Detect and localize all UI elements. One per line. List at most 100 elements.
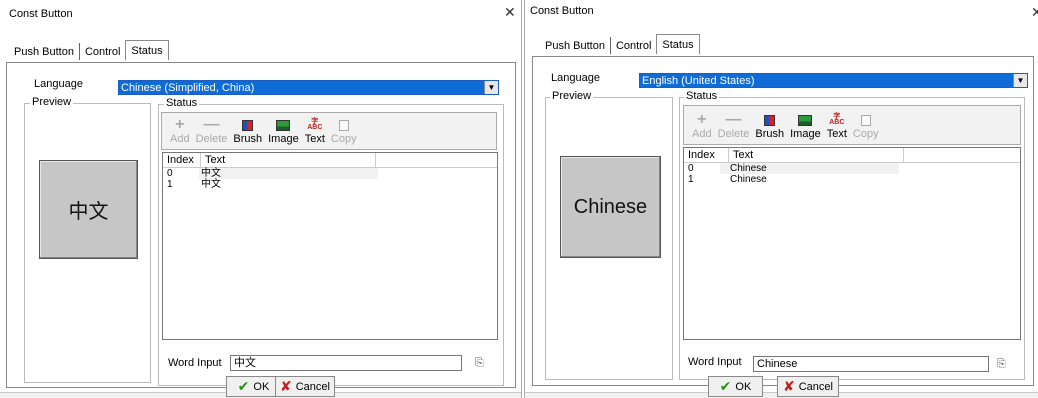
tab-status[interactable]: Status [656,34,700,54]
language-label: Language [34,78,83,90]
status-list[interactable]: Index Text 0 Chinese 1 Chinese [683,147,1021,340]
preview-button: Chinese [560,156,661,258]
ok-button[interactable]: ✔ OK [708,376,763,397]
brush-label: Brush [233,133,263,145]
list-row[interactable]: 0 Chinese [684,163,1020,174]
close-button[interactable]: ✕ [1031,4,1038,21]
tab-push-button[interactable]: Push Button [9,43,80,60]
tab-control[interactable]: Control [611,37,656,54]
image-label: Image [790,128,821,140]
checkmark-icon: ✔ [719,378,732,394]
language-label: Language [551,72,600,84]
row-text: Chinese [730,174,767,185]
tab-status[interactable]: Status [125,40,169,60]
brush-icon [764,114,776,126]
status-toolbar: + Add — Delete Brush Image 字 ABC Text Cop… [161,112,497,150]
text-button[interactable]: 字 ABC Text [305,118,325,145]
brush-button[interactable]: Brush [755,113,784,140]
text-label: Text [826,128,847,140]
add-label: Add [170,133,190,145]
image-icon [276,119,291,131]
tab-push-button[interactable]: Push Button [540,37,611,54]
cancel-label: Cancel [295,380,330,393]
status-list[interactable]: Index Text 0 中文 1 中文 [162,152,498,340]
word-input-field[interactable]: Chinese [753,356,989,372]
list-header: Index Text [684,148,1020,163]
row-index: 0 [167,168,173,179]
delete-icon: — [725,111,742,128]
row-index: 0 [688,163,694,174]
character-picker-icon[interactable]: ⎘ [997,358,1006,371]
row-text: 中文 [201,168,221,179]
cancel-button[interactable]: ✘ Cancel [777,376,839,397]
chevron-down-icon[interactable]: ▼ [484,81,498,94]
text-icon: 字 ABC [307,118,323,131]
row-text: 中文 [201,179,221,190]
delete-button[interactable]: — Delete [717,111,750,141]
add-label: Add [692,128,712,140]
language-select-value: Chinese (Simplified, China) [121,81,255,94]
row-index: 1 [688,174,694,185]
ok-button[interactable]: ✔ OK [226,376,281,397]
delete-button[interactable]: — Delete [195,116,228,146]
text-button[interactable]: 字 ABC Text [827,113,847,140]
word-input-label: Word Input [688,356,742,368]
text-label: Text [304,133,325,145]
tab-control[interactable]: Control [80,43,125,60]
delete-label: Delete [195,133,228,145]
language-select-value: English (United States) [642,74,755,87]
add-icon: + [697,111,707,128]
column-header-text[interactable]: Text [201,153,376,167]
add-button[interactable]: + Add [170,116,190,146]
copy-button[interactable]: Copy [853,113,879,140]
brush-icon [242,119,254,131]
preview-group-title: Preview [550,90,594,102]
column-header-index[interactable]: Index [163,153,201,167]
language-select[interactable]: English (United States) ▼ [639,73,1028,88]
dialog-title: Const Button [530,5,594,17]
copy-icon [860,114,871,126]
cancel-button[interactable]: ✘ Cancel [275,376,335,397]
delete-icon: — [203,116,220,133]
word-input-field[interactable]: 中文 [230,355,462,371]
row-index: 1 [167,179,173,190]
copy-label: Copy [330,133,357,145]
copy-button[interactable]: Copy [331,118,357,145]
image-label: Image [268,133,299,145]
column-header-text[interactable]: Text [729,148,904,162]
const-button-dialog-right: Const Button ✕ Push Button Control Statu… [524,0,1038,398]
brush-button[interactable]: Brush [233,118,262,145]
list-row[interactable]: 0 中文 [163,168,497,179]
text-icon: 字 ABC [829,113,845,126]
tab-bar: Push Button Control Status [540,34,700,54]
image-button[interactable]: Image [268,118,299,145]
brush-label: Brush [755,128,785,140]
image-icon [798,114,813,126]
status-group-title: Status [164,97,200,109]
ok-label: OK [735,380,752,393]
ok-label: OK [253,380,270,393]
chevron-down-icon[interactable]: ▼ [1013,74,1027,87]
word-input-label: Word Input [168,357,222,369]
x-icon: ✘ [280,378,292,394]
delete-label: Delete [717,128,750,140]
add-icon: + [175,116,185,133]
list-row[interactable]: 1 Chinese [684,174,1020,185]
copy-icon [338,119,349,131]
character-picker-icon[interactable]: ⎘ [475,357,484,370]
tab-bar: Push Button Control Status [9,40,169,60]
image-button[interactable]: Image [790,113,821,140]
preview-group-title: Preview [30,96,74,108]
const-button-dialog-left: Const Button ✕ Push Button Control Statu… [0,0,522,398]
column-header-index[interactable]: Index [684,148,729,162]
list-row[interactable]: 1 中文 [163,179,497,190]
preview-button: 中文 [39,160,138,259]
add-button[interactable]: + Add [692,111,712,141]
x-icon: ✘ [783,378,795,394]
dialog-title: Const Button [9,8,73,20]
row-text: Chinese [730,163,767,174]
status-toolbar: + Add — Delete Brush Image 字 ABC Text Cop… [683,105,1021,145]
language-select[interactable]: Chinese (Simplified, China) ▼ [118,80,499,95]
list-header: Index Text [163,153,497,168]
close-button[interactable]: ✕ [504,4,516,21]
